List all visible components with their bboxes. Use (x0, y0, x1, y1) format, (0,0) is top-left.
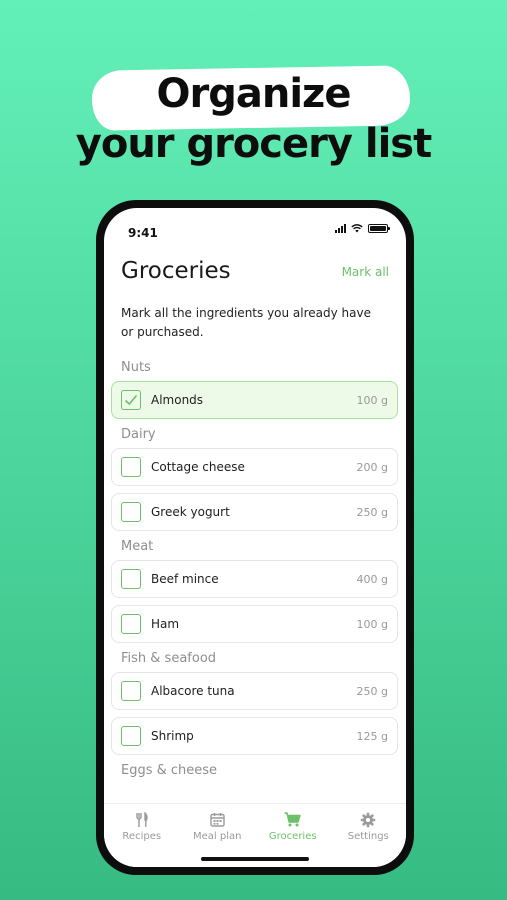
item-quantity: 100 g (356, 617, 388, 631)
headline-line-1: Organize (156, 71, 352, 117)
headline-line-2: your grocery list (75, 121, 432, 167)
section-title-fish-seafood: Fish & seafood (121, 651, 217, 666)
item-quantity: 400 g (356, 572, 388, 586)
promo-headline: Organize your grocery list (0, 60, 507, 164)
checkbox-checked[interactable] (121, 390, 141, 410)
home-indicator (201, 857, 309, 861)
calendar-icon (210, 811, 225, 828)
item-name: Almonds (151, 393, 204, 407)
checkbox[interactable] (121, 569, 141, 589)
item-name: Shrimp (151, 729, 194, 743)
tab-recipes[interactable]: Recipes (107, 811, 177, 867)
section-title-dairy: Dairy (121, 427, 156, 442)
fork-knife-icon (135, 811, 149, 828)
item-name: Ham (151, 617, 180, 631)
phone-screen: 9:41 Groceries Mark all Mark all the ing… (104, 208, 406, 867)
grocery-list[interactable]: Nuts Almonds 100 g Dairy Cottage cheese … (111, 358, 398, 807)
tab-label: Groceries (268, 831, 317, 842)
status-bar: 9:41 (128, 222, 390, 240)
phone-frame: 9:41 Groceries Mark all Mark all the ing… (96, 200, 414, 875)
checkmark-icon (124, 394, 138, 406)
wifi-icon (351, 224, 363, 233)
item-name: Cottage cheese (151, 460, 245, 474)
gear-icon (360, 811, 376, 828)
mark-all-button[interactable]: Mark all (342, 265, 389, 279)
tab-label: Meal plan (193, 831, 242, 842)
tab-label: Settings (347, 831, 389, 842)
tab-label: Recipes (122, 831, 162, 842)
section-title-meat: Meat (121, 539, 154, 554)
grocery-item-albacore-tuna[interactable]: Albacore tuna 250 g (111, 672, 398, 710)
status-icons (335, 224, 390, 233)
grocery-item-greek-yogurt[interactable]: Greek yogurt 250 g (111, 493, 398, 531)
item-quantity: 100 g (356, 393, 388, 407)
checkbox[interactable] (121, 502, 141, 522)
section-title-eggs-cheese: Eggs & cheese (121, 763, 218, 778)
grocery-item-beef-mince[interactable]: Beef mince 400 g (111, 560, 398, 598)
cellular-signal-icon (335, 224, 346, 233)
cart-icon (284, 811, 301, 828)
grocery-item-cottage-cheese[interactable]: Cottage cheese 200 g (111, 448, 398, 486)
checkbox[interactable] (121, 681, 141, 701)
grocery-item-almonds[interactable]: Almonds 100 g (111, 381, 398, 419)
header: Groceries Mark all (121, 258, 389, 288)
instructions-text: Mark all the ingredients you already hav… (121, 306, 372, 339)
item-name: Beef mince (151, 572, 219, 586)
tab-bar: Recipes Meal plan Groceries Settings (104, 803, 406, 867)
checkbox[interactable] (121, 457, 141, 477)
battery-icon (368, 224, 390, 233)
grocery-item-ham[interactable]: Ham 100 g (111, 605, 398, 643)
checkbox[interactable] (121, 726, 141, 746)
item-name: Albacore tuna (151, 684, 235, 698)
item-name: Greek yogurt (151, 505, 230, 519)
tab-settings[interactable]: Settings (333, 811, 403, 867)
item-quantity: 250 g (356, 505, 388, 519)
item-quantity: 250 g (356, 684, 388, 698)
status-time: 9:41 (128, 226, 158, 240)
item-quantity: 125 g (356, 729, 388, 743)
grocery-item-shrimp[interactable]: Shrimp 125 g (111, 717, 398, 755)
item-quantity: 200 g (356, 460, 388, 474)
checkbox[interactable] (121, 614, 141, 634)
section-title-nuts: Nuts (121, 360, 151, 375)
